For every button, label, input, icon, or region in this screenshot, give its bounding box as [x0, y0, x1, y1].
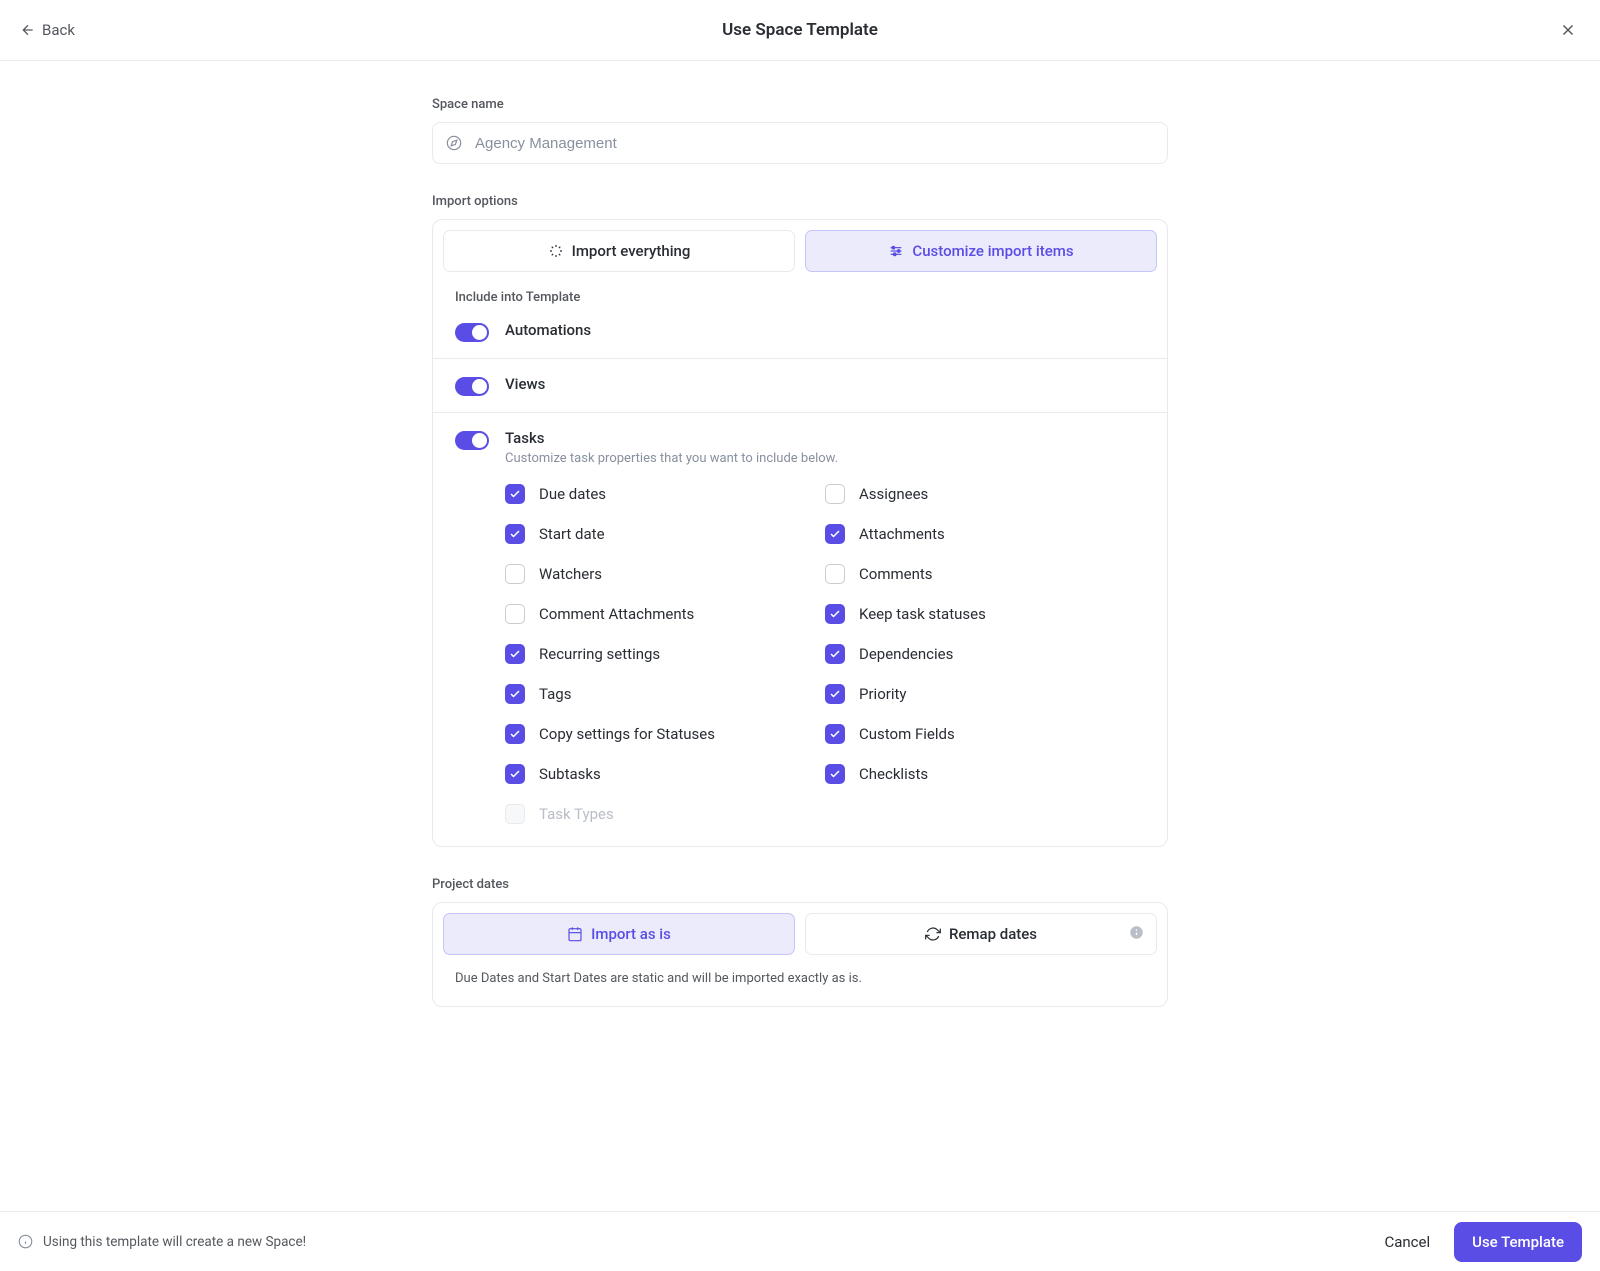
check-icon: [505, 524, 525, 544]
checkbox-task-types: Task Types: [505, 804, 825, 824]
dates-help-text: Due Dates and Start Dates are static and…: [443, 955, 1157, 996]
import-as-is-button[interactable]: Import as is: [443, 913, 795, 955]
toggle-row-automations: Automations: [433, 311, 1167, 358]
check-icon: [825, 764, 845, 784]
check-icon: [825, 604, 845, 624]
toggle-row-views: Views: [433, 358, 1167, 412]
tasks-toggle[interactable]: [455, 431, 489, 450]
checkbox-watchers[interactable]: Watchers: [505, 564, 825, 584]
compass-icon: [446, 135, 462, 151]
check-icon: [825, 524, 845, 544]
automations-toggle[interactable]: [455, 323, 489, 342]
tasks-label: Tasks: [505, 429, 1145, 447]
check-icon: [505, 764, 525, 784]
info-icon: [18, 1234, 33, 1249]
check-icon: [505, 684, 525, 704]
import-segment: Import everything Customize import items: [433, 220, 1167, 282]
checkbox-assignees[interactable]: Assignees: [825, 484, 1145, 504]
modal-title: Use Space Template: [722, 20, 878, 40]
checkbox-subtasks[interactable]: Subtasks: [505, 764, 825, 784]
automations-label: Automations: [505, 321, 1145, 339]
checkbox-copy-settings-statuses[interactable]: Copy settings for Statuses: [505, 724, 825, 744]
checkbox-start-date[interactable]: Start date: [505, 524, 825, 544]
space-name-label: Space name: [432, 97, 1168, 112]
footer-note-text: Using this template will create a new Sp…: [43, 1234, 306, 1250]
checkbox-recurring-settings[interactable]: Recurring settings: [505, 644, 825, 664]
check-icon: [825, 724, 845, 744]
import-options-card: Import everything Customize import items…: [432, 219, 1168, 847]
check-icon: [505, 604, 525, 624]
space-name-input[interactable]: [432, 122, 1168, 164]
checkbox-custom-fields[interactable]: Custom Fields: [825, 724, 1145, 744]
checkbox-comment-attachments[interactable]: Comment Attachments: [505, 604, 825, 624]
refresh-icon: [925, 926, 941, 942]
space-name-input-wrap: [432, 122, 1168, 164]
customize-import-label: Customize import items: [912, 242, 1073, 260]
check-icon: [825, 644, 845, 664]
checkbox-due-dates[interactable]: Due dates: [505, 484, 825, 504]
modal-content: Space name Import options Import everyth…: [432, 61, 1168, 1007]
close-button[interactable]: [1556, 18, 1580, 42]
checkbox-keep-task-statuses[interactable]: Keep task statuses: [825, 604, 1145, 624]
dates-segment: Import as is Remap dates: [443, 913, 1157, 955]
sliders-icon: [888, 243, 904, 259]
checkbox-checklists[interactable]: Checklists: [825, 764, 1145, 784]
use-template-button[interactable]: Use Template: [1454, 1222, 1582, 1262]
modal-footer: Using this template will create a new Sp…: [0, 1211, 1600, 1271]
checkbox-dependencies[interactable]: Dependencies: [825, 644, 1145, 664]
include-into-template-label: Include into Template: [433, 282, 1167, 311]
project-dates-label: Project dates: [432, 877, 1168, 892]
checkbox-comments[interactable]: Comments: [825, 564, 1145, 584]
arrow-left-icon: [20, 22, 36, 38]
views-label: Views: [505, 375, 1145, 393]
import-everything-label: Import everything: [572, 242, 691, 260]
check-icon: [825, 484, 845, 504]
views-toggle[interactable]: [455, 377, 489, 396]
close-icon: [1559, 21, 1577, 39]
check-icon: [825, 684, 845, 704]
toggle-row-tasks: Tasks Customize task properties that you…: [433, 412, 1167, 846]
check-icon: [505, 644, 525, 664]
check-icon: [505, 564, 525, 584]
check-icon: [505, 484, 525, 504]
import-as-is-label: Import as is: [591, 925, 671, 943]
checkbox-priority[interactable]: Priority: [825, 684, 1145, 704]
modal-header: Back Use Space Template: [0, 0, 1600, 61]
sparkle-icon: [548, 243, 564, 259]
import-everything-button[interactable]: Import everything: [443, 230, 795, 272]
check-icon: [505, 804, 525, 824]
import-options-label: Import options: [432, 194, 1168, 209]
task-properties-grid: Due dates Assignees Start date Attachmen…: [505, 484, 1145, 824]
project-dates-card: Import as is Remap dates Due Dates and S…: [432, 902, 1168, 1007]
remap-dates-label: Remap dates: [949, 925, 1037, 943]
remap-dates-button[interactable]: Remap dates: [805, 913, 1157, 955]
cancel-button[interactable]: Cancel: [1384, 1233, 1430, 1251]
back-button[interactable]: Back: [20, 21, 75, 39]
checkbox-tags[interactable]: Tags: [505, 684, 825, 704]
footer-note: Using this template will create a new Sp…: [18, 1234, 306, 1250]
check-icon: [825, 564, 845, 584]
tasks-subtitle: Customize task properties that you want …: [505, 451, 1145, 466]
back-label: Back: [42, 21, 75, 39]
check-icon: [505, 724, 525, 744]
info-icon[interactable]: [1129, 925, 1144, 944]
customize-import-button[interactable]: Customize import items: [805, 230, 1157, 272]
calendar-icon: [567, 926, 583, 942]
checkbox-attachments[interactable]: Attachments: [825, 524, 1145, 544]
